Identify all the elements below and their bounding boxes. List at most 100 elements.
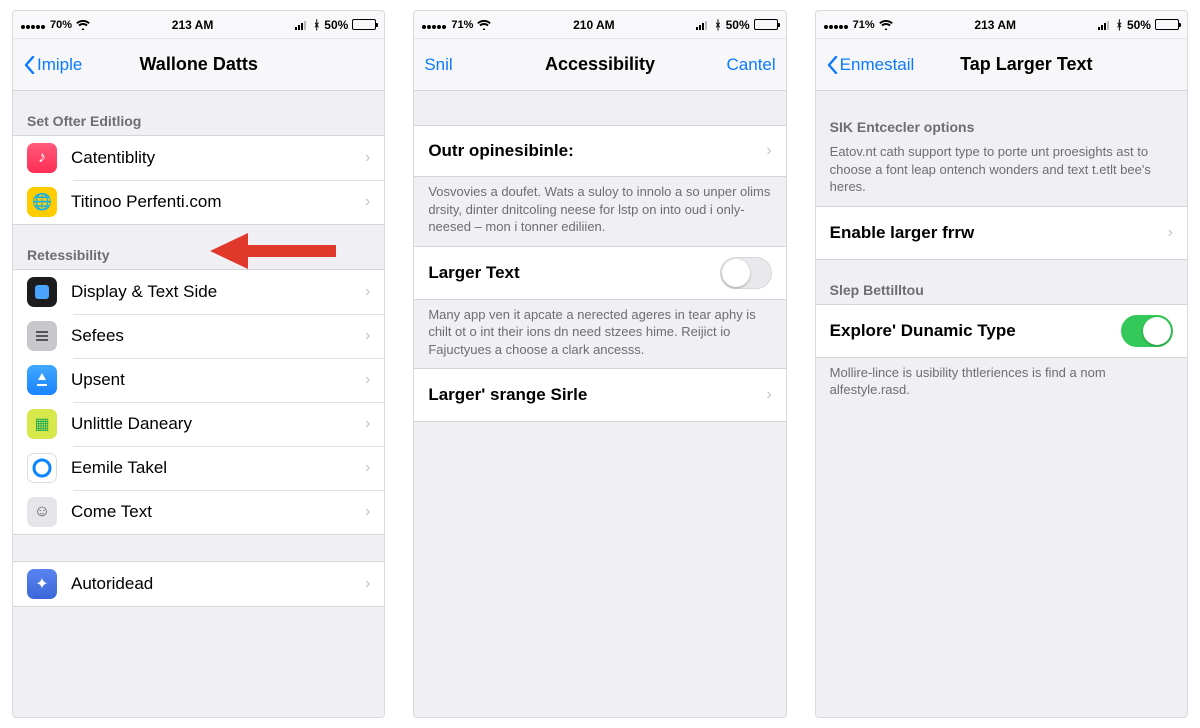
list-item[interactable]: ▦ Unlittle Daneary ›	[13, 402, 384, 446]
bars-icon	[27, 321, 57, 351]
signal-dots-icon	[824, 18, 849, 32]
list-item[interactable]: Sefees ›	[13, 314, 384, 358]
section-desc: Vosvovies a doufet. Wats a suloy to inno…	[414, 177, 785, 246]
status-bar: 71% 213 AM ᚼ 50%	[816, 11, 1187, 39]
nav-right-button[interactable]: Cantel	[727, 55, 776, 75]
status-battery-text: 50%	[1127, 18, 1151, 32]
section-header-accessibility: Retessibility	[13, 225, 384, 269]
display-icon	[27, 277, 57, 307]
calendar-icon: ▦	[27, 409, 57, 439]
nav-back-button[interactable]: Imiple	[23, 55, 82, 75]
chevron-right-icon: ›	[365, 459, 370, 477]
nav-bar: Enmestail Tap Larger Text	[816, 39, 1187, 91]
row-label: Larger' srange Sirle	[428, 385, 766, 405]
list-item-label: Come Text	[71, 502, 365, 522]
nav-bar: Snil Accessibility Cantel	[414, 39, 785, 91]
list-item[interactable]: 🌐 Titinoo Perfenti.com ›	[13, 180, 384, 224]
chevron-right-icon: ›	[365, 327, 370, 345]
nav-back-label: Imiple	[37, 55, 82, 75]
chevron-left-icon	[23, 56, 35, 74]
row-label: Enable larger frrw	[830, 223, 1168, 243]
chevron-right-icon: ›	[1168, 224, 1173, 242]
status-time: 213 AM	[974, 18, 1016, 32]
nav-back-label: Enmestail	[840, 55, 915, 75]
chevron-right-icon: ›	[365, 283, 370, 301]
phone-screen-1: 70% 213 AM ᚼ 50% Imiple Wallone Datts	[12, 10, 385, 718]
signal-dots-icon	[422, 18, 447, 32]
status-carrier: 70%	[50, 19, 72, 31]
row-dynamic-type[interactable]: Explore' Dunamic Type	[816, 305, 1187, 357]
list-item-label: Catentiblity	[71, 148, 365, 168]
row-larger-sizes[interactable]: Larger' srange Sirle ›	[414, 369, 785, 421]
nav-back-button[interactable]: Enmestail	[826, 55, 915, 75]
chevron-right-icon: ›	[365, 575, 370, 593]
section-header: Slep Bettilltou	[816, 260, 1187, 304]
list-item[interactable]: ✦ Autoridead ›	[13, 562, 384, 606]
chevron-right-icon: ›	[365, 415, 370, 433]
section-desc: Many app ven it apcate a nerected ageres…	[414, 300, 785, 369]
globe-icon: 🌐	[27, 187, 57, 217]
signal-dots-icon	[21, 18, 46, 32]
section-3: ✦ Autoridead ›	[13, 535, 384, 607]
nav-left-button[interactable]: Snil	[424, 55, 452, 75]
appstore-icon	[27, 365, 57, 395]
status-bar: 71% 210 AM ᚼ 50%	[414, 11, 785, 39]
row-enable-larger[interactable]: Enable larger frrw ›	[816, 207, 1187, 259]
cell-bars-icon	[295, 20, 309, 30]
face-icon: ☺	[27, 497, 57, 527]
chevron-right-icon: ›	[365, 149, 370, 167]
bluetooth-icon: ᚼ	[1116, 18, 1123, 32]
section-2: Retessibility Display & Text Side ›	[13, 225, 384, 535]
section-header: Set Ofter Editliog	[13, 91, 384, 135]
phone-screen-3: 71% 213 AM ᚼ 50% Enmestail Tap Larger Te…	[815, 10, 1188, 718]
dynamic-type-toggle[interactable]	[1121, 315, 1173, 347]
list-item[interactable]: ☺ Come Text ›	[13, 490, 384, 534]
larger-text-toggle[interactable]	[720, 257, 772, 289]
chevron-left-icon	[826, 56, 838, 74]
list-item-label: Titinoo Perfenti.com	[71, 192, 365, 212]
chevron-right-icon: ›	[365, 193, 370, 211]
chevron-right-icon: ›	[365, 503, 370, 521]
list-item-label: Upsent	[71, 370, 365, 390]
list-item[interactable]: ♪ Catentiblity ›	[13, 136, 384, 180]
list-item-display-text[interactable]: Display & Text Side ›	[13, 270, 384, 314]
row-larger-text[interactable]: Larger Text	[414, 247, 785, 299]
row-label: Outr opinesibinle:	[428, 141, 766, 161]
list-item[interactable]: Eemile Takel ›	[13, 446, 384, 490]
status-time: 213 AM	[172, 18, 214, 32]
row-label: Explore' Dunamic Type	[830, 321, 1121, 341]
section-1: Set Ofter Editliog ♪ Catentiblity › 🌐 Ti…	[13, 91, 384, 225]
status-carrier: 71%	[451, 19, 473, 31]
wifi-icon	[477, 19, 491, 30]
cell-bars-icon	[1098, 20, 1112, 30]
nav-left-label: Snil	[424, 55, 452, 75]
section-desc: Mollire-lince is usibility thtleriences …	[816, 358, 1187, 409]
chevron-right-icon: ›	[365, 371, 370, 389]
bluetooth-icon: ᚼ	[313, 18, 320, 32]
row-vision[interactable]: Outr opinesibinle: ›	[414, 126, 785, 176]
list-item[interactable]: Upsent ›	[13, 358, 384, 402]
section-header	[13, 535, 384, 561]
row-label: Larger Text	[428, 263, 719, 283]
circle-icon	[27, 453, 57, 483]
status-bar: 70% 213 AM ᚼ 50%	[13, 11, 384, 39]
status-battery-text: 50%	[726, 18, 750, 32]
cell-bars-icon	[696, 20, 710, 30]
nav-right-label: Cantel	[727, 55, 776, 75]
music-icon: ♪	[27, 143, 57, 173]
list-item-label: Sefees	[71, 326, 365, 346]
status-carrier: 71%	[853, 19, 875, 31]
status-time: 210 AM	[573, 18, 615, 32]
battery-icon	[754, 19, 778, 30]
battery-icon	[352, 19, 376, 30]
battery-icon	[1155, 19, 1179, 30]
chevron-right-icon: ›	[766, 142, 771, 160]
wifi-icon	[76, 19, 90, 30]
phone-screen-2: 71% 210 AM ᚼ 50% Snil Accessibility	[413, 10, 786, 718]
wifi-icon	[879, 19, 893, 30]
section-desc: Eatov.nt cath support type to porte unt …	[816, 141, 1187, 206]
list-item-label: Eemile Takel	[71, 458, 365, 478]
chevron-right-icon: ›	[766, 386, 771, 404]
section-header: SIK Entcecler options	[816, 91, 1187, 141]
status-battery-text: 50%	[324, 18, 348, 32]
